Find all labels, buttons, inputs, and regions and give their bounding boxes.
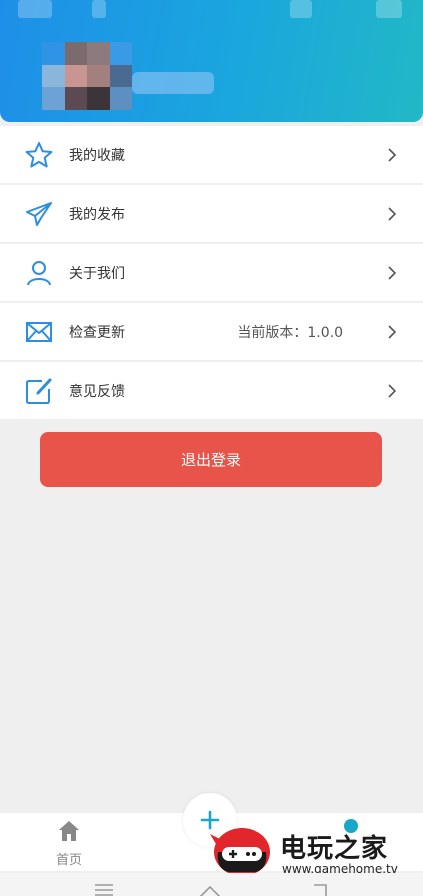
system-navigation-bar [0, 873, 423, 896]
envelope-icon [26, 321, 52, 342]
home-icon [59, 821, 79, 841]
menu-item-label: 我的发布 [69, 206, 125, 223]
logout-button[interactable]: 退出登录 [40, 432, 382, 487]
edit-icon [26, 378, 52, 404]
menu-item-feedback[interactable]: 意见反馈 [0, 362, 423, 419]
username-blur [132, 72, 214, 94]
menu-icon[interactable] [92, 881, 116, 896]
chevron-right-icon [388, 206, 397, 221]
chevron-right-icon [388, 265, 397, 280]
menu-item-label: 意见反馈 [69, 383, 125, 400]
menu-item-about[interactable]: 关于我们 [0, 244, 423, 301]
chevron-right-icon [388, 383, 397, 398]
gamepad-logo-icon [210, 828, 270, 876]
current-version: 当前版本：1.0.0 [237, 324, 343, 341]
paper-plane-icon [26, 201, 52, 226]
chevron-right-icon [388, 147, 397, 162]
user-icon [27, 260, 51, 285]
watermark-title: 电玩之家 [280, 834, 389, 864]
chevron-right-icon [388, 324, 397, 339]
settings-menu: 我的收藏 我的发布 关于我们 检查更新 当前版本：1.0.0 意见反馈 [0, 126, 423, 421]
status-bar-blur [18, 0, 52, 18]
avatar[interactable] [42, 42, 132, 110]
menu-item-favorites[interactable]: 我的收藏 [0, 126, 423, 183]
status-bar-blur [290, 0, 312, 18]
menu-item-my-posts[interactable]: 我的发布 [0, 185, 423, 242]
tab-home-label: 首页 [55, 853, 82, 868]
profile-header [0, 0, 423, 122]
menu-item-check-update[interactable]: 检查更新 当前版本：1.0.0 [0, 303, 423, 360]
status-bar-blur [376, 0, 402, 18]
home-nav-icon[interactable] [198, 881, 222, 896]
status-bar-blur [92, 0, 106, 18]
tab-home[interactable]: 首页 [46, 819, 92, 868]
star-icon [25, 141, 53, 167]
back-icon[interactable] [308, 881, 332, 896]
menu-item-label: 我的收藏 [69, 147, 125, 164]
menu-item-label: 关于我们 [69, 265, 125, 282]
menu-item-label: 检查更新 [69, 324, 125, 341]
